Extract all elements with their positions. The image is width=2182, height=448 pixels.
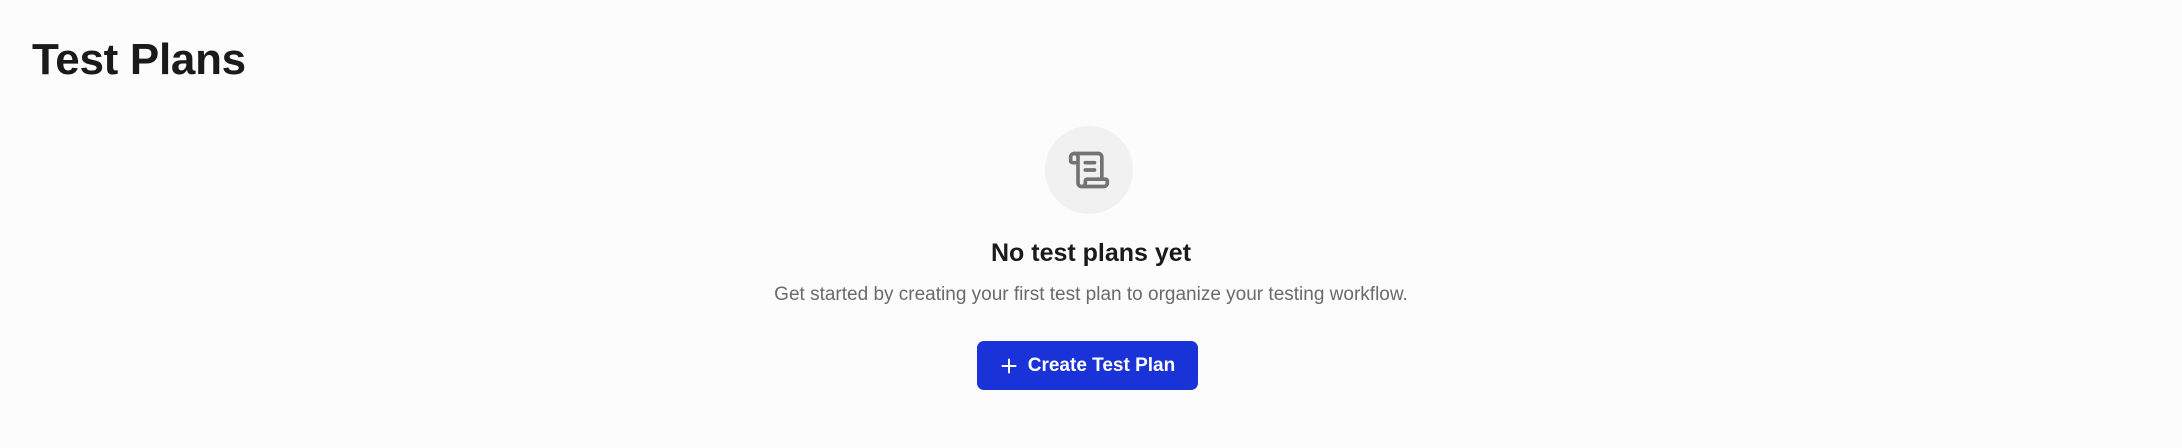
create-test-plan-button[interactable]: Create Test Plan <box>977 341 1198 390</box>
empty-state-description: Get started by creating your first test … <box>774 284 1408 305</box>
empty-state-icon-container <box>1045 126 1133 214</box>
plus-icon <box>1000 357 1018 375</box>
scroll-icon <box>1068 151 1110 189</box>
empty-state: No test plans yet Get started by creatin… <box>0 0 2182 448</box>
create-test-plan-label: Create Test Plan <box>1027 354 1176 376</box>
empty-state-heading: No test plans yet <box>990 239 1192 267</box>
